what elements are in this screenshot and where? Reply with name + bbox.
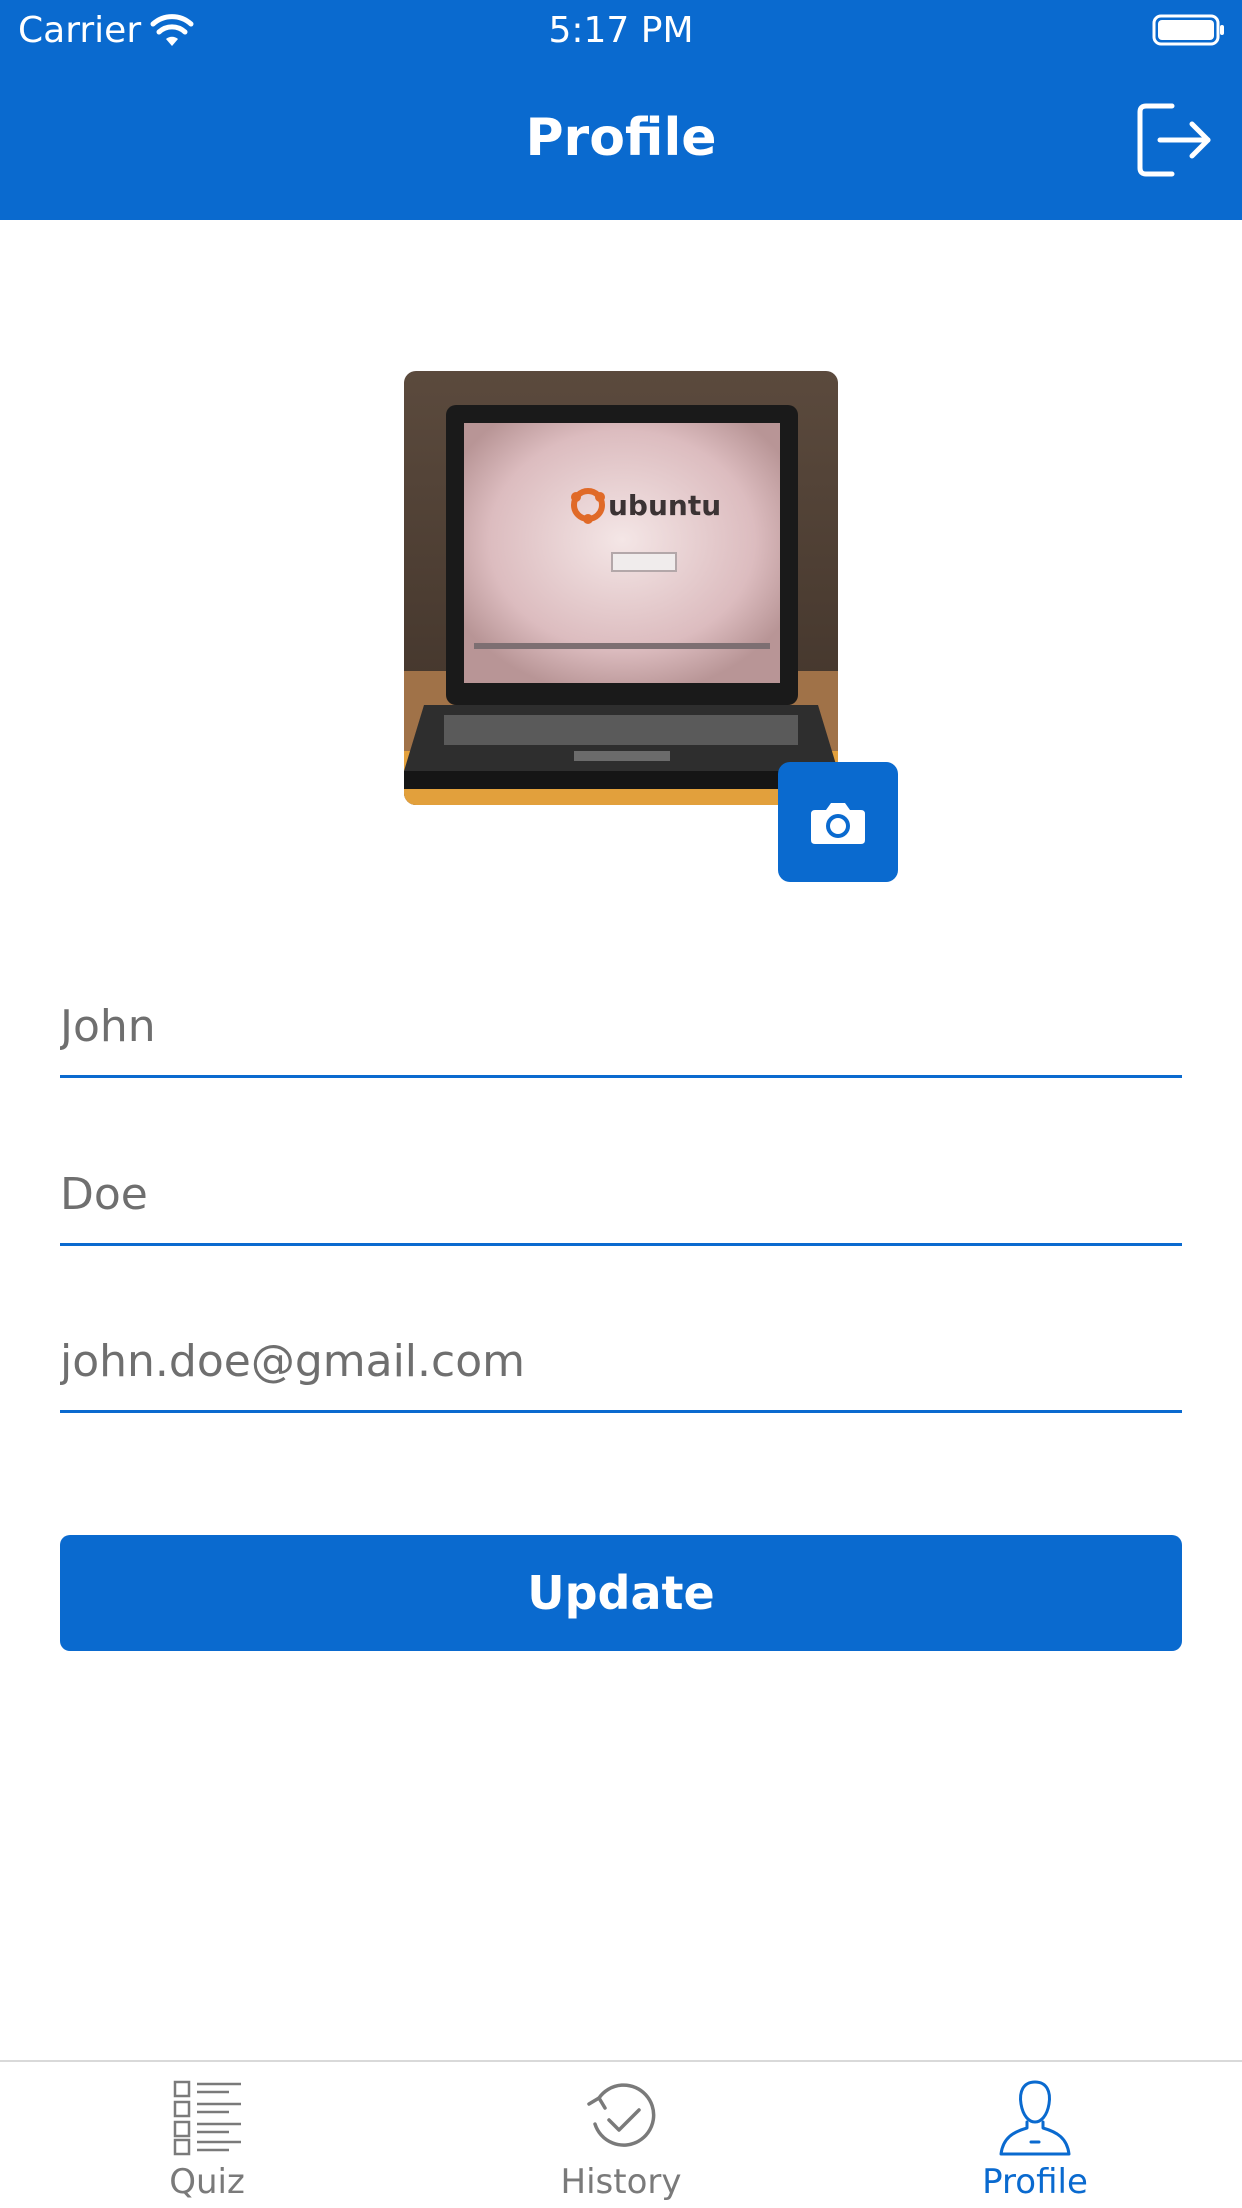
last-name-field <box>60 1146 1182 1246</box>
status-bar: Carrier 5:17 PM <box>0 0 1242 62</box>
svg-text:ubuntu: ubuntu <box>608 489 721 522</box>
tab-label-quiz: Quiz <box>169 2162 245 2202</box>
tab-bar: Quiz History Profile <box>0 2060 1242 2208</box>
avatar-container: ubuntu <box>404 371 898 882</box>
tab-profile[interactable]: Profile <box>828 2062 1242 2208</box>
status-time: 5:17 PM <box>548 10 694 51</box>
logout-icon[interactable] <box>1132 98 1216 182</box>
tab-quiz[interactable]: Quiz <box>0 2062 414 2208</box>
battery-icon <box>1152 14 1224 46</box>
avatar[interactable]: ubuntu <box>404 371 838 805</box>
first-name-input[interactable] <box>60 978 1182 1075</box>
first-name-field <box>60 978 1182 1078</box>
last-name-input[interactable] <box>60 1146 1182 1243</box>
tab-label-profile: Profile <box>982 2162 1088 2202</box>
page-title: Profile <box>525 108 717 168</box>
tab-label-history: History <box>560 2162 682 2202</box>
quiz-list-icon <box>173 2080 241 2156</box>
update-button[interactable]: Update <box>60 1535 1182 1651</box>
change-photo-button[interactable] <box>778 762 898 882</box>
camera-icon <box>811 803 865 844</box>
email-field <box>60 1313 1182 1413</box>
history-icon <box>587 2083 656 2147</box>
email-input[interactable] <box>60 1313 1182 1410</box>
profile-icon <box>999 2080 1071 2156</box>
tab-history[interactable]: History <box>414 2062 828 2208</box>
app-header: Carrier 5:17 PM Profile <box>0 0 1242 220</box>
